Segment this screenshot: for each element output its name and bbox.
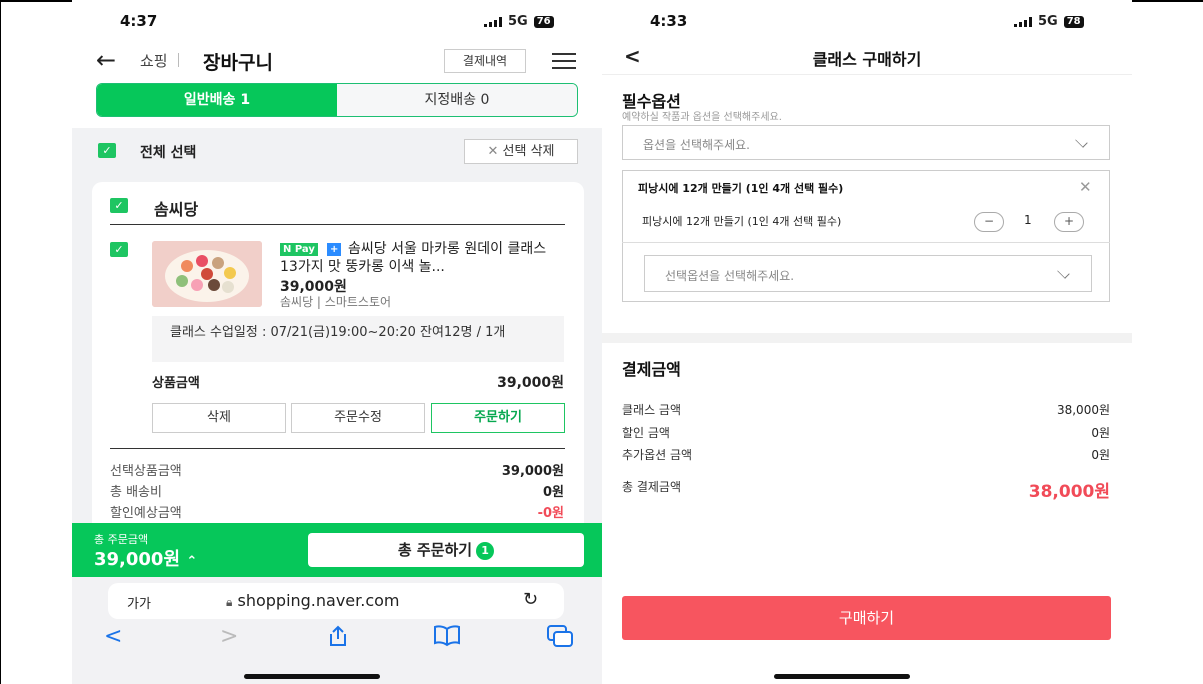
- page-title: 장바구니: [203, 52, 273, 74]
- total-order-button-label: 총 주문하기: [397, 541, 473, 559]
- tab-scheduled-delivery[interactable]: 지정배송 0: [337, 84, 577, 116]
- order-count-badge: 1: [476, 541, 495, 560]
- url-label: shopping.naver.com: [237, 591, 400, 610]
- chevron-up-icon[interactable]: ⌃: [186, 554, 197, 569]
- remove-option-icon[interactable]: ✕: [1079, 178, 1092, 196]
- payment-row-label: 할인 금액: [622, 426, 670, 440]
- status-time: 4:37: [120, 12, 158, 30]
- product-checkbox[interactable]: ✓: [110, 242, 128, 257]
- summary-value: -0원: [537, 506, 564, 521]
- total-order-amount: 39,000원: [94, 549, 181, 570]
- shop-name[interactable]: 솜씨당: [154, 196, 198, 220]
- item-amount-label: 상품금액: [152, 376, 200, 391]
- macaron-plate-image: [152, 241, 262, 307]
- signal-icon: [1014, 16, 1032, 27]
- payment-heading: 결제금액: [622, 360, 681, 379]
- page-title: 클래스 구매하기: [812, 50, 922, 69]
- summary-value: 39,000원: [501, 464, 564, 479]
- forward-icon[interactable]: >: [220, 624, 238, 649]
- reload-icon[interactable]: ↻: [523, 589, 538, 610]
- chevron-down-icon: [1057, 266, 1070, 279]
- tab-general-delivery[interactable]: 일반배송 1: [97, 84, 337, 116]
- summary-label: 선택상품금액: [110, 464, 182, 479]
- shop-checkbox[interactable]: ✓: [110, 198, 128, 213]
- selected-option-item: 피낭시에 12개 만들기 (1인 4개 선택 필수): [642, 215, 842, 228]
- status-indicators: 5G 78: [1014, 14, 1084, 29]
- cart-screen: 4:37 5G 76 ← 쇼핑 장바구니 결제내역 일반배송 1 지정배송 0 …: [72, 0, 602, 684]
- chevron-down-icon: [1075, 135, 1088, 148]
- product-name[interactable]: 솜씨당 서울 마카롱 원데이 클래스 13가지 맛 뚱카롱 이색 놀...: [280, 240, 562, 276]
- battery-icon: 76: [533, 15, 554, 28]
- sub-option-placeholder: 선택옵션을 선택해주세요.: [665, 269, 795, 283]
- delivery-tabs: 일반배송 1 지정배송 0: [96, 83, 578, 117]
- delete-selected-label: 선택 삭제: [502, 144, 555, 159]
- sub-option-select[interactable]: 선택옵션을 선택해주세요.: [644, 255, 1092, 292]
- lock-icon: 🔒︎: [226, 595, 233, 609]
- shop-divider: [110, 224, 565, 225]
- option-select[interactable]: 옵션을 선택해주세요.: [622, 125, 1110, 160]
- back-icon[interactable]: <: [104, 624, 122, 649]
- payment-total-label: 총 결제금액: [622, 480, 682, 494]
- total-order-value[interactable]: 39,000원 ⌃: [94, 545, 197, 571]
- frame-top-line: [0, 0, 72, 2]
- section-separator: [602, 333, 1132, 343]
- summary-label: 총 배송비: [110, 485, 162, 500]
- payment-row-value: 0원: [1091, 426, 1110, 440]
- edit-order-button[interactable]: 주문수정: [291, 403, 425, 433]
- back-arrow-icon[interactable]: ←: [96, 46, 116, 74]
- signal-icon: [484, 16, 502, 27]
- payment-history-button[interactable]: 결제내역: [444, 49, 526, 73]
- purchase-button[interactable]: 구매하기: [622, 596, 1111, 640]
- delete-selected-button[interactable]: ✕ 선택 삭제: [464, 139, 578, 164]
- close-icon: ✕: [487, 144, 503, 159]
- payment-row-label: 추가옵션 금액: [622, 448, 693, 462]
- home-indicator: [774, 674, 910, 679]
- increase-quantity-button[interactable]: +: [1054, 212, 1084, 232]
- network-label: 5G: [508, 14, 528, 29]
- payment-row-value: 38,000원: [1056, 403, 1110, 417]
- delete-button[interactable]: 삭제: [152, 403, 286, 433]
- bookmarks-icon[interactable]: [432, 624, 462, 654]
- class-purchase-screen: 4:33 5G 78 클래스 구매하기 < 필수옵션 예약하실 작품과 옵션을 …: [602, 0, 1132, 684]
- breadcrumb-divider: [178, 53, 179, 67]
- text-size-button[interactable]: 가가: [127, 593, 151, 612]
- url-text[interactable]: 🔒︎ shopping.naver.com: [226, 591, 400, 610]
- payment-total-value: 38,000원: [1028, 482, 1110, 502]
- back-chevron-icon[interactable]: <: [624, 44, 641, 68]
- frame-left-border: [0, 0, 1, 684]
- payment-row-label: 클래스 금액: [622, 403, 682, 417]
- network-label: 5G: [1038, 14, 1058, 29]
- summary-label: 할인예상금액: [110, 506, 182, 521]
- item-amount-value: 39,000원: [497, 375, 564, 391]
- payment-row-value: 0원: [1091, 448, 1110, 462]
- share-icon[interactable]: [326, 624, 350, 654]
- quantity-value: 1: [1024, 213, 1032, 227]
- product-seller: 솜씨당 | 스마트스토어: [280, 295, 392, 309]
- npay-badge: N Pay: [280, 243, 318, 256]
- frame-top-line-right: [1132, 0, 1203, 2]
- header-divider: [602, 74, 1132, 75]
- summary-divider: [110, 448, 565, 449]
- selected-option-title: 피낭시에 12개 만들기 (1인 4개 선택 필수): [638, 182, 844, 195]
- select-all-checkbox[interactable]: ✓: [98, 143, 116, 158]
- option-select-placeholder: 옵션을 선택해주세요.: [643, 138, 750, 152]
- plus-badge-icon: +: [327, 243, 342, 256]
- class-schedule: 클래스 수업일정 : 07/21(금)19:00~20:20 잔여12명 / 1…: [152, 316, 564, 362]
- status-time: 4:33: [650, 12, 688, 30]
- tabs-icon[interactable]: [546, 624, 574, 654]
- select-all-label: 전체 선택: [140, 145, 197, 161]
- home-indicator: [244, 674, 380, 679]
- total-order-button[interactable]: 총 주문하기 1: [308, 533, 584, 567]
- hamburger-menu-icon[interactable]: [552, 53, 576, 74]
- decrease-quantity-button[interactable]: −: [974, 212, 1004, 232]
- option-divider: [622, 242, 1110, 243]
- order-button[interactable]: 주문하기: [431, 403, 565, 433]
- product-thumbnail[interactable]: [152, 241, 262, 307]
- status-indicators: 5G 76: [484, 14, 554, 29]
- breadcrumb[interactable]: 쇼핑: [140, 50, 168, 71]
- summary-value: 0원: [542, 485, 564, 500]
- required-options-description: 예약하실 작품과 옵션을 선택해주세요.: [622, 112, 782, 123]
- battery-icon: 78: [1063, 15, 1084, 28]
